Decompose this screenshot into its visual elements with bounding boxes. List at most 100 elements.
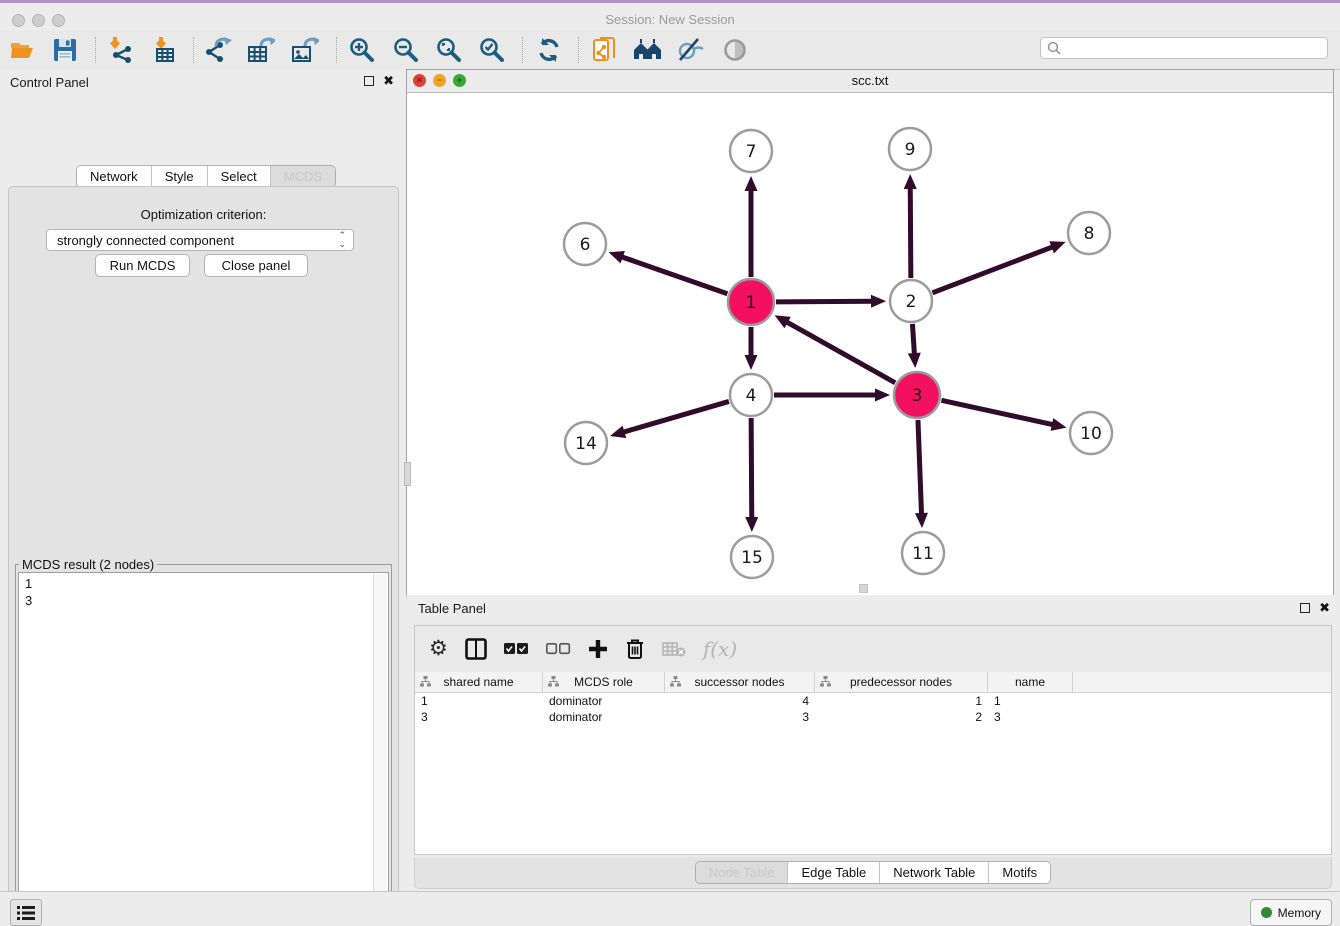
import-table-icon[interactable] [150,36,180,64]
refresh-icon[interactable] [534,36,564,64]
delete-column-icon[interactable] [625,636,645,662]
control-panel: Control Panel ✖ Network Style Select MCD… [0,69,407,891]
canvas-resize-grip[interactable] [859,584,868,593]
zoom-out-icon[interactable] [391,36,421,64]
node-label-7: 7 [746,142,757,162]
export-network-icon[interactable] [203,36,233,64]
edge-1-2[interactable] [776,301,874,302]
tab-edge-table[interactable]: Edge Table [787,862,879,883]
panel-splitter-grip[interactable] [404,462,411,486]
close-table-panel-icon[interactable]: ✖ [1319,603,1330,613]
column-type-icon [670,676,681,687]
show-eye-icon[interactable] [720,36,750,64]
edge-3-10[interactable] [941,400,1054,425]
optimization-criterion-select[interactable]: strongly connected component ⌃⌄ [46,229,354,251]
edge-arrowhead [745,176,758,191]
tab-style[interactable]: Style [151,166,207,187]
memory-button[interactable]: Memory [1250,899,1332,926]
edge-arrowhead [745,355,758,370]
edge-arrowhead [915,513,928,528]
node-label-3: 3 [912,386,923,406]
table-row[interactable]: 1dominator411 [415,693,1331,709]
mcds-result-scrollbar[interactable] [373,574,387,924]
table-cell[interactable]: 4 [665,694,815,708]
edge-2-3[interactable] [912,324,914,356]
function-builder-icon-disabled: f(x) [703,636,737,662]
save-session-icon[interactable] [50,36,80,64]
table-tabbar: Node Table Edge Table Network Table Moti… [695,861,1051,884]
edge-arrowhead [875,389,890,402]
table-cell[interactable]: 2 [815,710,988,724]
toolbar-separator [193,37,194,63]
edge-2-9[interactable] [910,186,911,278]
search-input[interactable] [1061,40,1327,56]
run-mcds-button[interactable]: Run MCDS [95,254,190,277]
control-panel-title: Control Panel [10,75,89,90]
add-column-icon[interactable] [588,636,608,662]
table-cell[interactable]: 1 [815,694,988,708]
edge-4-14[interactable] [622,401,729,432]
table-cell[interactable]: 3 [415,710,543,724]
import-network-icon[interactable] [105,36,135,64]
table-toolbar: ⚙ f(x) [415,626,1331,671]
column-type-icon [420,676,431,687]
column-header-name[interactable]: name [988,672,1073,692]
close-panel-button[interactable]: Close panel [204,254,308,277]
task-history-button[interactable] [10,899,42,926]
table-cell[interactable]: 1 [415,694,543,708]
column-header-predecessor-nodes[interactable]: predecessor nodes [815,672,988,692]
node-label-10: 10 [1080,424,1102,444]
node-label-11: 11 [912,544,934,564]
export-image-icon[interactable] [290,36,320,64]
node-label-1: 1 [746,293,757,313]
edge-3-1[interactable] [785,321,895,383]
zoom-selected-icon[interactable] [477,36,507,64]
export-table-icon[interactable] [246,36,276,64]
float-panel-icon[interactable] [364,76,374,86]
table-cell[interactable]: dominator [543,694,665,708]
table-cell[interactable]: 1 [988,694,1073,708]
open-session-icon[interactable] [8,36,38,64]
float-table-panel-icon[interactable] [1300,603,1310,613]
edge-2-8[interactable] [932,246,1054,293]
clone-network-icon[interactable] [590,36,620,64]
network-canvas[interactable]: 7968124314101511 [407,93,1333,595]
column-header-MCDS-role[interactable]: MCDS role [543,672,665,692]
hide-glasses-icon[interactable] [676,36,706,64]
table-cell[interactable]: 3 [665,710,815,724]
column-header-successor-nodes[interactable]: successor nodes [665,672,815,692]
column-header-shared-name[interactable]: shared name [415,672,543,692]
toolbar-separator [95,37,96,63]
tab-node-table[interactable]: Node Table [696,862,788,883]
table-cell[interactable]: 3 [988,710,1073,724]
table-settings-gear-icon[interactable]: ⚙ [429,636,448,662]
tab-motifs[interactable]: Motifs [988,862,1050,883]
edge-4-15[interactable] [751,418,752,520]
zoom-in-icon[interactable] [347,36,377,64]
tab-mcds[interactable]: MCDS [270,166,335,187]
column-view-icon[interactable] [465,636,487,662]
title-bar: Session: New Session [0,6,1340,32]
edge-3-11[interactable] [918,420,922,516]
table-cell[interactable]: dominator [543,710,665,724]
tab-network[interactable]: Network [77,166,151,187]
network-window-titlebar[interactable]: ✕ − + scc.txt [407,70,1333,93]
mcds-result-text[interactable]: 13 [18,572,389,924]
edge-arrowhead [610,426,626,438]
application-window: Session: New Session [0,0,1340,926]
home-icon[interactable] [633,36,663,64]
table-row[interactable]: 3dominator323 [415,709,1331,725]
tab-select[interactable]: Select [207,166,270,187]
search-field[interactable] [1040,37,1328,59]
edge-1-6[interactable] [620,256,727,294]
select-all-columns-icon[interactable] [504,636,529,662]
close-panel-icon[interactable]: ✖ [383,76,394,86]
main-toolbar [0,31,1340,70]
node-label-9: 9 [905,140,916,160]
edge-arrowhead [1049,241,1065,253]
deselect-all-columns-icon[interactable] [546,636,571,662]
node-label-14: 14 [575,434,597,454]
toolbar-separator [578,37,579,63]
tab-network-table[interactable]: Network Table [879,862,988,883]
zoom-fit-icon[interactable] [434,36,464,64]
